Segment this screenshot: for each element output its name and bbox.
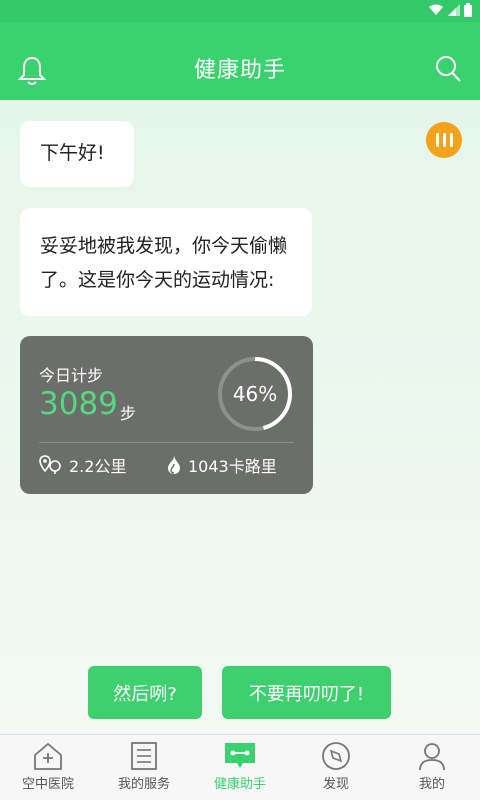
distance-value: 2.2公里 (69, 457, 127, 476)
tab-sky-hospital[interactable]: 空中医院 (0, 735, 96, 800)
location-icon (39, 455, 61, 474)
voice-bar-icon (442, 133, 446, 147)
calorie-value: 1043卡路里 (188, 457, 277, 476)
signal-icon (448, 4, 460, 16)
divider (39, 442, 294, 443)
tab-label: 空中医院 (21, 777, 74, 792)
steps-value: 3089 (39, 386, 118, 422)
tab-discover[interactable]: 发现 (288, 735, 384, 800)
reply-button-then[interactable]: 然后咧? (88, 666, 202, 719)
tab-label: 发现 (322, 777, 349, 792)
step-summary-card[interactable]: 今日计步 3089 步 46% 2.2公里 1043卡路里 (20, 336, 313, 494)
voice-bar-icon (435, 133, 439, 147)
status-icons (428, 3, 472, 17)
voice-bar-icon (449, 133, 453, 147)
page-title: 健康助手 (193, 58, 286, 83)
user-icon (419, 743, 445, 771)
steps-unit: 步 (120, 404, 137, 423)
app-bar: 健康助手 (0, 22, 480, 100)
tab-label: 我的 (418, 777, 445, 792)
house-plus-icon (34, 742, 62, 770)
list-icon (131, 742, 157, 770)
reply-button-stop[interactable]: 不要再叨叨了! (222, 666, 391, 719)
message-bubble: 妥妥地被我发现，你今天偷懒 了。这是你今天的运动情况: (20, 208, 312, 316)
wifi-icon (429, 4, 443, 15)
progress-percent: 46% (232, 382, 278, 406)
distance-stat: 2.2公里 (39, 453, 126, 477)
compass-icon (322, 742, 350, 770)
steps-label: 今日计步 (39, 366, 104, 385)
flame-icon (168, 456, 180, 474)
message-line: 妥妥地被我发现，你今天偷懒 (40, 235, 288, 257)
assistant-chat-icon (225, 743, 255, 768)
search-icon[interactable] (434, 54, 462, 84)
bottom-tab-bar: 空中医院 我的服务 健康助手 发现 我的 (0, 734, 480, 800)
tab-label: 健康助手 (213, 777, 266, 792)
calorie-stat: 1043卡路里 (166, 453, 277, 477)
status-bar (0, 0, 480, 22)
chat-area: 下午好! 妥妥地被我发现，你今天偷懒 了。这是你今天的运动情况: 今日计步 30… (0, 100, 480, 734)
greeting-text: 下午好! (40, 142, 105, 164)
tab-profile[interactable]: 我的 (384, 735, 480, 800)
tab-my-services[interactable]: 我的服务 (96, 735, 192, 800)
greeting-bubble: 下午好! (20, 121, 134, 187)
tab-health-assistant[interactable]: 健康助手 (192, 735, 288, 800)
battery-icon (464, 3, 472, 17)
voice-button[interactable] (426, 122, 462, 158)
tab-label: 我的服务 (117, 777, 170, 792)
message-line: 了。这是你今天的运动情况: (40, 269, 275, 291)
